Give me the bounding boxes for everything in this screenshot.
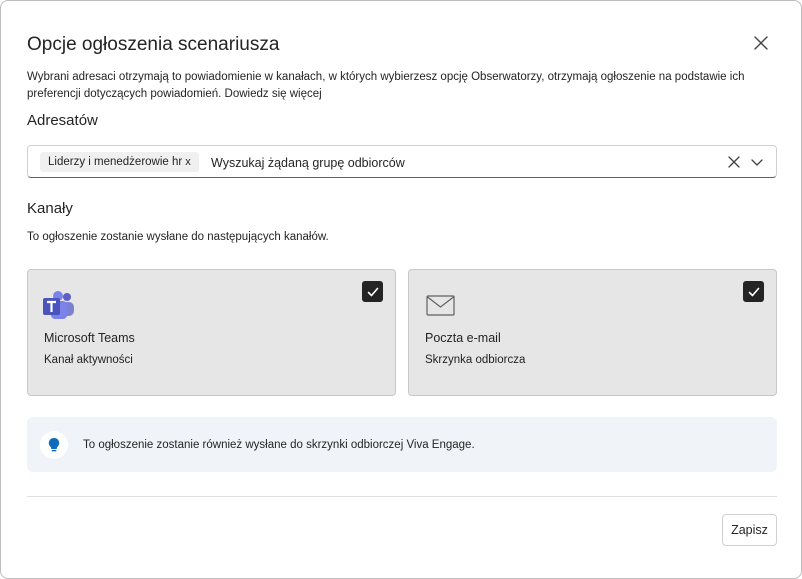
- close-icon: [754, 36, 768, 50]
- dialog-description: Wybrani adresaci otrzymają to powiadomie…: [27, 69, 787, 103]
- channel-card-email[interactable]: Poczta e-mail Skrzynka odbiorcza: [408, 269, 777, 396]
- channels-label: Kanały: [27, 200, 73, 217]
- channels-description: To ogłoszenie zostanie wysłane do następ…: [27, 231, 329, 243]
- save-button[interactable]: Zapisz: [722, 514, 777, 546]
- email-card-title: Poczta e-mail: [425, 331, 501, 345]
- recipient-chip-label: Liderzy i menedżerowie hr: [48, 156, 183, 168]
- learn-more-link[interactable]: Dowiedz się więcej: [225, 88, 322, 100]
- chevron-down-icon[interactable]: [749, 154, 765, 170]
- recipients-combobox[interactable]: Liderzy i menedżerowie hr x: [27, 145, 777, 178]
- recipients-label: Adresatów: [27, 112, 98, 129]
- announcement-options-dialog: Opcje ogłoszenia scenariusza Wybrani adr…: [0, 0, 802, 579]
- checkmark-icon: [748, 287, 759, 296]
- recipients-search-input[interactable]: [211, 152, 691, 174]
- mail-icon: [426, 295, 455, 316]
- dialog-title: Opcje ogłoszenia scenariusza: [27, 34, 280, 55]
- checkmark-icon: [367, 287, 378, 296]
- email-card-subtitle: Skrzynka odbiorcza: [425, 354, 526, 366]
- email-checkbox[interactable]: [743, 281, 764, 302]
- teams-icon: [43, 291, 74, 319]
- lightbulb-icon: [48, 438, 60, 452]
- teams-card-title: Microsoft Teams: [44, 331, 135, 345]
- channel-card-teams[interactable]: Microsoft Teams Kanał aktywności: [27, 269, 396, 396]
- footer-divider: [27, 496, 777, 497]
- recipient-chip: Liderzy i menedżerowie hr x: [40, 152, 199, 172]
- clear-icon[interactable]: [726, 154, 742, 170]
- info-text: To ogłoszenie zostanie również wysłane d…: [83, 439, 475, 451]
- info-icon-container: [40, 431, 68, 459]
- viva-engage-info-bar: To ogłoszenie zostanie również wysłane d…: [27, 417, 777, 472]
- teams-card-subtitle: Kanał aktywności: [44, 354, 133, 366]
- close-button[interactable]: [749, 31, 773, 55]
- teams-checkbox[interactable]: [362, 281, 383, 302]
- chip-remove-button[interactable]: x: [185, 152, 191, 172]
- description-text: Wybrani adresaci otrzymają to powiadomie…: [27, 71, 745, 100]
